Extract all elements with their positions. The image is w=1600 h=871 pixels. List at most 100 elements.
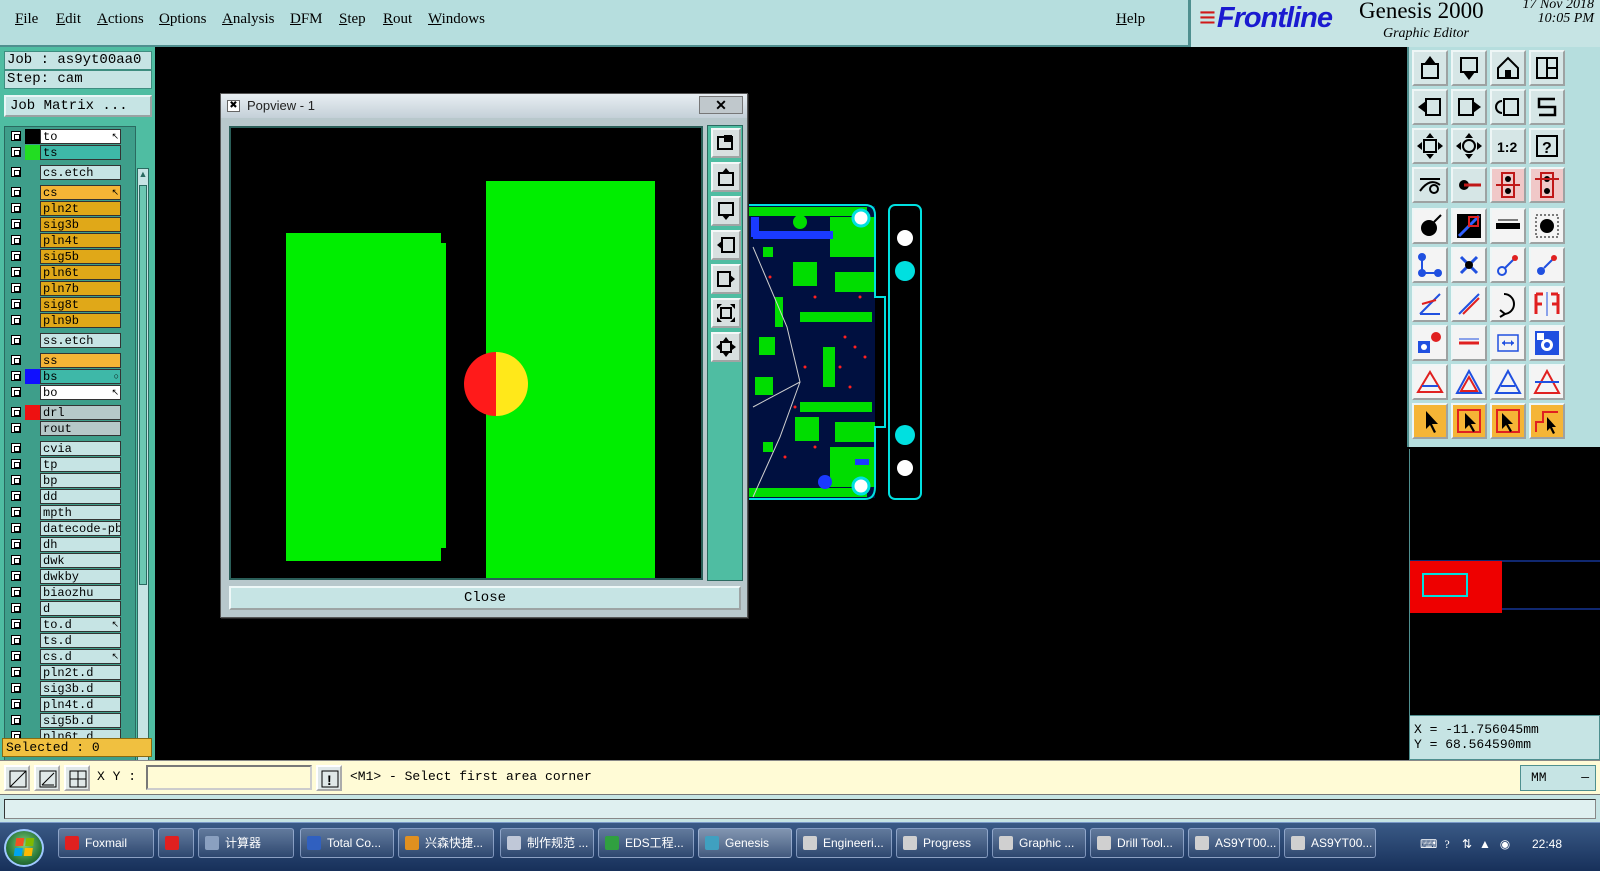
menu-help[interactable]: Help xyxy=(1116,11,1145,28)
layer-checkbox[interactable] xyxy=(11,407,21,417)
layer-name[interactable]: pln6t xyxy=(40,265,121,280)
layer-checkbox[interactable] xyxy=(11,355,21,365)
layer-name[interactable]: bs ○ xyxy=(40,369,121,384)
taskbar-button[interactable]: Progress xyxy=(896,828,988,858)
taskbar-button[interactable]: Engineeri... xyxy=(796,828,892,858)
pan-right-tool-icon[interactable] xyxy=(1451,89,1487,125)
layer-row[interactable]: to.d ↖ xyxy=(5,617,135,632)
show-hidden-icon[interactable]: ▲ xyxy=(1478,837,1492,851)
spacing-check-icon[interactable] xyxy=(1529,364,1565,400)
layer-name[interactable]: biaozhu xyxy=(40,585,121,600)
layer-name[interactable]: sig5b.d xyxy=(40,713,121,728)
taskbar-button[interactable]: Total Co... xyxy=(300,828,394,858)
layer-name[interactable]: pln7b xyxy=(40,281,121,296)
layer-row[interactable]: cs.etch xyxy=(5,165,135,180)
popview-close-button[interactable]: Close xyxy=(229,586,741,610)
layer-row[interactable]: bp xyxy=(5,473,135,488)
layer-row[interactable]: rout xyxy=(5,421,135,436)
add-round-pad-icon[interactable] xyxy=(1529,208,1565,244)
menu-actions[interactable]: Actions xyxy=(97,11,144,28)
layer-name[interactable]: dwk xyxy=(40,553,121,568)
layer-checkbox[interactable] xyxy=(11,219,21,229)
move-feature-icon[interactable] xyxy=(1490,247,1526,283)
layer-row[interactable]: tp xyxy=(5,457,135,472)
layer-row[interactable]: sig3b xyxy=(5,217,135,232)
layer-checkbox[interactable] xyxy=(11,267,21,277)
scroll-up-arrow-icon[interactable]: ▲ xyxy=(138,169,148,183)
taskbar-button[interactable]: EDS工程... xyxy=(598,828,694,858)
layer-name[interactable]: sig3b xyxy=(40,217,121,232)
layer-checkbox[interactable] xyxy=(11,635,21,645)
start-button[interactable] xyxy=(4,829,44,867)
layer-checkbox[interactable] xyxy=(11,283,21,293)
layer-row[interactable]: cs ↖ xyxy=(5,185,135,200)
menu-step[interactable]: Step xyxy=(339,11,366,28)
layer-row[interactable]: pln4t.d xyxy=(5,697,135,712)
measure-ruler-icon[interactable] xyxy=(1412,167,1448,203)
copy-feature-icon[interactable] xyxy=(1529,247,1565,283)
layer-name[interactable]: sig8t xyxy=(40,297,121,312)
add-surface-icon[interactable] xyxy=(1490,208,1526,244)
layer-list-scrollbar[interactable]: ▲ ▼ xyxy=(137,168,149,780)
layer-row[interactable]: pln2t xyxy=(5,201,135,216)
layer-row[interactable]: pln4t xyxy=(5,233,135,248)
layer-checkbox[interactable] xyxy=(11,475,21,485)
layer-checkbox[interactable] xyxy=(11,571,21,581)
layer-row[interactable]: ts xyxy=(5,145,135,160)
snap-mode-icon[interactable] xyxy=(4,765,30,791)
layer-name[interactable]: cs ↖ xyxy=(40,185,121,200)
layer-checkbox[interactable] xyxy=(11,335,21,345)
layer-name[interactable]: cs.etch xyxy=(40,165,121,180)
layer-checkbox[interactable] xyxy=(11,299,21,309)
warning-icon[interactable]: ! xyxy=(316,765,342,791)
layer-checkbox[interactable] xyxy=(11,251,21,261)
taskbar-button[interactable]: Genesis xyxy=(698,828,792,858)
layer-row[interactable]: dh xyxy=(5,537,135,552)
angle-mode-icon[interactable] xyxy=(34,765,60,791)
overview-map[interactable] xyxy=(1409,449,1600,715)
keyboard-icon[interactable]: ⌨ xyxy=(1420,837,1437,851)
layer-name[interactable]: ss xyxy=(40,353,121,368)
units-selector[interactable]: MM — xyxy=(1520,765,1596,791)
resize-feature-icon[interactable] xyxy=(1412,286,1448,322)
layer-row[interactable]: d xyxy=(5,601,135,616)
layer-name[interactable]: dwkby xyxy=(40,569,121,584)
taskbar-button[interactable]: Graphic ... xyxy=(992,828,1086,858)
layer-row[interactable]: dwk xyxy=(5,553,135,568)
close-icon[interactable]: ✕ xyxy=(699,96,743,114)
layer-row[interactable]: biaozhu xyxy=(5,585,135,600)
taskbar-button[interactable]: AS9YT00... xyxy=(1188,828,1280,858)
volume-icon[interactable]: ◉ xyxy=(1498,837,1512,851)
layer-name[interactable]: dd xyxy=(40,489,121,504)
zoom-1to2-icon[interactable]: 1:2 xyxy=(1490,128,1526,164)
layer-name[interactable]: pln4t xyxy=(40,233,121,248)
net-highlight-icon[interactable] xyxy=(1490,167,1526,203)
layer-checkbox[interactable] xyxy=(11,523,21,533)
taskbar-button[interactable]: AS9YT00... xyxy=(1284,828,1376,858)
menu-rout[interactable]: Rout xyxy=(383,11,412,28)
snap-pad-icon[interactable] xyxy=(1451,167,1487,203)
layer-row[interactable]: pln9b xyxy=(5,313,135,328)
layer-row[interactable]: cvia xyxy=(5,441,135,456)
layer-name[interactable]: bp xyxy=(40,473,121,488)
layer-name[interactable]: pln9b xyxy=(40,313,121,328)
select-net-icon[interactable] xyxy=(1490,403,1526,439)
taskbar-button[interactable]: Drill Tool... xyxy=(1090,828,1184,858)
select-pointer-icon[interactable] xyxy=(1412,403,1448,439)
layer-checkbox[interactable] xyxy=(11,619,21,629)
layer-checkbox[interactable] xyxy=(11,507,21,517)
layer-row[interactable]: pln6t xyxy=(5,265,135,280)
home-view-icon[interactable] xyxy=(1490,50,1526,86)
delete-feature-icon[interactable] xyxy=(1451,247,1487,283)
popview-pan-up-button[interactable] xyxy=(711,162,741,192)
layer-checkbox[interactable] xyxy=(11,147,21,157)
layer-checkbox[interactable] xyxy=(11,423,21,433)
layer-row[interactable]: ss xyxy=(5,353,135,368)
layer-name[interactable]: pln2t xyxy=(40,201,121,216)
select-polygon-icon[interactable] xyxy=(1529,403,1565,439)
menu-edit[interactable]: Edit xyxy=(56,11,81,28)
drc-check-icon[interactable] xyxy=(1412,364,1448,400)
layer-row[interactable]: bo ↖ xyxy=(5,385,135,400)
layer-checkbox[interactable] xyxy=(11,203,21,213)
popview-pan-down-button[interactable] xyxy=(711,196,741,226)
